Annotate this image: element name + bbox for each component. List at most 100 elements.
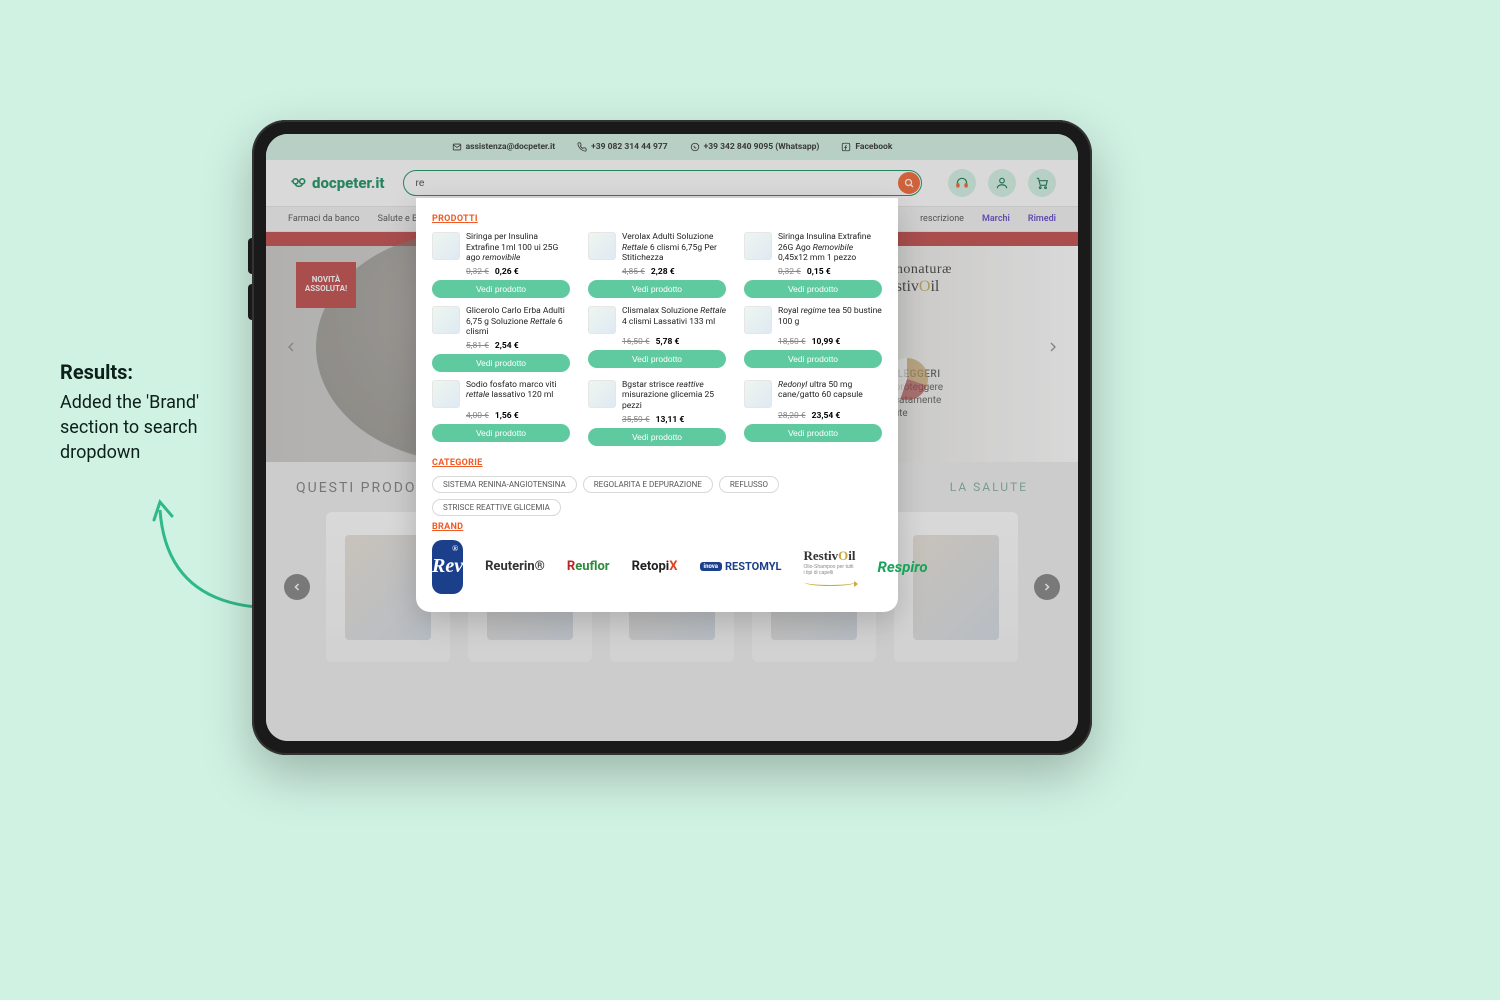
contact-facebook[interactable]: Facebook bbox=[841, 142, 892, 152]
phone-icon bbox=[577, 142, 587, 152]
brand-retopix[interactable]: RetopiX bbox=[632, 545, 678, 589]
view-product-button[interactable]: Vedi prodotto bbox=[588, 428, 726, 446]
dropdown-categories-heading: CATEGORIE bbox=[432, 458, 882, 468]
account-button[interactable] bbox=[988, 169, 1016, 197]
nav-item[interactable]: Farmaci da banco bbox=[288, 214, 360, 224]
chevron-right-icon bbox=[1041, 581, 1053, 593]
product-thumbnail bbox=[744, 306, 772, 334]
view-product-button[interactable]: Vedi prodotto bbox=[588, 280, 726, 298]
dropdown-products-grid: Siringa per Insulina Extrafine 1ml 100 u… bbox=[432, 232, 882, 446]
brand-restomyl[interactable]: inovaRESTOMYL bbox=[700, 545, 782, 589]
search-input[interactable] bbox=[403, 170, 922, 196]
user-icon bbox=[995, 176, 1009, 190]
brand-reuflor[interactable]: Reuflor bbox=[567, 545, 610, 589]
product-name[interactable]: Sodio fosfato marco viti rettale lassati… bbox=[466, 380, 570, 401]
header-icons bbox=[948, 169, 1056, 197]
product-price: 28,20 €23,54 € bbox=[744, 411, 882, 421]
dropdown-product-item: Bgstar strisce reattive misurazione glic… bbox=[588, 380, 726, 446]
brand-restivoil[interactable]: RestivOil Olio-Shampoo per tutti i tipi … bbox=[804, 545, 856, 589]
carousel-prev[interactable] bbox=[284, 574, 310, 600]
hero-badge: NOVITÀASSOLUTA! bbox=[296, 262, 356, 308]
carousel-prev[interactable] bbox=[278, 334, 304, 360]
product-thumbnail bbox=[432, 306, 460, 334]
view-product-button[interactable]: Vedi prodotto bbox=[432, 424, 570, 442]
support-button[interactable] bbox=[948, 169, 976, 197]
view-product-button[interactable]: Vedi prodotto bbox=[432, 354, 570, 372]
category-pill[interactable]: REGOLARITA E DEPURAZIONE bbox=[583, 476, 713, 493]
chevron-left-icon bbox=[283, 339, 299, 355]
annotation-body: Added the 'Brand' section to search drop… bbox=[60, 390, 220, 466]
view-product-button[interactable]: Vedi prodotto bbox=[744, 350, 882, 368]
dropdown-product-item: Clismalax Soluzione Rettale 4 clismi Las… bbox=[588, 306, 726, 372]
dropdown-products-heading: PRODOTTI bbox=[432, 214, 882, 224]
nav-item[interactable]: Rimedi bbox=[1028, 214, 1056, 224]
contact-email[interactable]: assistenza@docpeter.it bbox=[452, 142, 556, 152]
nav-item[interactable]: Marchi bbox=[982, 214, 1010, 224]
annotation-title: Results: bbox=[60, 360, 220, 384]
contact-email-text: assistenza@docpeter.it bbox=[466, 142, 556, 152]
view-product-button[interactable]: Vedi prodotto bbox=[588, 350, 726, 368]
product-name[interactable]: Royal regime tea 50 bustine 100 g bbox=[778, 306, 882, 327]
contact-phone-text: +39 082 314 44 977 bbox=[591, 142, 667, 152]
product-thumbnail bbox=[432, 232, 460, 260]
product-thumbnail bbox=[588, 232, 616, 260]
carousel-next[interactable] bbox=[1034, 574, 1060, 600]
category-pill[interactable]: STRISCE REATTIVE GLICEMIA bbox=[432, 499, 561, 516]
whatsapp-icon bbox=[690, 142, 700, 152]
product-name[interactable]: Redonyl ultra 50 mg cane/gatto 60 capsul… bbox=[778, 380, 882, 401]
site-logo[interactable]: docpeter.it bbox=[288, 173, 385, 193]
product-name[interactable]: Bgstar strisce reattive misurazione glic… bbox=[622, 380, 726, 412]
dropdown-product-item: Glicerolo Carlo Erba Adulti 6,75 g Soluz… bbox=[432, 306, 570, 372]
section-title: LA SALUTE bbox=[950, 480, 1028, 494]
product-thumbnail bbox=[744, 380, 772, 408]
contact-whatsapp[interactable]: +39 342 840 9095 (Whatsapp) bbox=[690, 142, 820, 152]
dropdown-brand-heading: BRAND bbox=[432, 522, 882, 532]
hero-right-text: tecnonaturæ RestivOil OLI LEGGERI per pr… bbox=[878, 262, 1048, 420]
product-price: 0,32 €0,15 € bbox=[744, 267, 882, 277]
view-product-button[interactable]: Vedi prodotto bbox=[744, 280, 882, 298]
brand-respiro[interactable]: Respiro bbox=[878, 545, 928, 589]
contact-bar: assistenza@docpeter.it +39 082 314 44 97… bbox=[266, 134, 1078, 160]
product-thumbnail bbox=[744, 232, 772, 260]
contact-phone[interactable]: +39 082 314 44 977 bbox=[577, 142, 667, 152]
tablet-screen: assistenza@docpeter.it +39 082 314 44 97… bbox=[266, 134, 1078, 741]
dropdown-brands-row: Rev Reuterin® Reuflor RetopiX inovaRESTO… bbox=[432, 540, 882, 594]
category-pill[interactable]: REFLUSSO bbox=[719, 476, 779, 493]
dropdown-product-item: Sodio fosfato marco viti rettale lassati… bbox=[432, 380, 570, 446]
logo-text: docpeter.it bbox=[312, 174, 385, 192]
search-button[interactable] bbox=[898, 172, 920, 194]
product-name[interactable]: Siringa Insulina Extrafine 26G Ago Remov… bbox=[778, 232, 882, 264]
view-product-button[interactable]: Vedi prodotto bbox=[432, 280, 570, 298]
chevron-left-icon bbox=[291, 581, 303, 593]
product-thumbnail bbox=[432, 380, 460, 408]
mail-icon bbox=[452, 142, 462, 152]
cart-icon bbox=[1035, 176, 1049, 190]
product-name[interactable]: Verolax Adulti Soluzione Rettale 6 clism… bbox=[622, 232, 726, 264]
search-wrapper bbox=[403, 170, 922, 196]
contact-facebook-text: Facebook bbox=[855, 142, 892, 152]
headset-icon bbox=[955, 176, 969, 190]
annotation-block: Results: Added the 'Brand' section to se… bbox=[60, 360, 220, 466]
facebook-icon bbox=[841, 142, 851, 152]
dropdown-product-item: Verolax Adulti Soluzione Rettale 6 clism… bbox=[588, 232, 726, 298]
nav-item[interactable]: rescrizione bbox=[920, 214, 964, 224]
product-thumbnail bbox=[588, 306, 616, 334]
category-pill[interactable]: SISTEMA RENINA-ANGIOTENSINA bbox=[432, 476, 577, 493]
product-name[interactable]: Glicerolo Carlo Erba Adulti 6,75 g Soluz… bbox=[466, 306, 570, 338]
product-price: 0,32 €0,26 € bbox=[432, 267, 570, 277]
cart-button[interactable] bbox=[1028, 169, 1056, 197]
product-thumbnail bbox=[588, 380, 616, 408]
logo-icon bbox=[288, 173, 308, 193]
product-name[interactable]: Siringa per Insulina Extrafine 1ml 100 u… bbox=[466, 232, 570, 264]
dropdown-product-item: Royal regime tea 50 bustine 100 g 18,50 … bbox=[744, 306, 882, 372]
dropdown-product-item: Redonyl ultra 50 mg cane/gatto 60 capsul… bbox=[744, 380, 882, 446]
product-price: 4,85 €2,28 € bbox=[588, 267, 726, 277]
product-price: 4,00 €1,56 € bbox=[432, 411, 570, 421]
product-price: 35,59 €13,11 € bbox=[588, 415, 726, 425]
brand-reuterin[interactable]: Reuterin® bbox=[485, 545, 545, 589]
brand-rev[interactable]: Rev bbox=[432, 540, 463, 594]
contact-whatsapp-text: +39 342 840 9095 (Whatsapp) bbox=[704, 142, 820, 152]
product-name[interactable]: Clismalax Soluzione Rettale 4 clismi Las… bbox=[622, 306, 726, 327]
view-product-button[interactable]: Vedi prodotto bbox=[744, 424, 882, 442]
dropdown-categories: SISTEMA RENINA-ANGIOTENSINA REGOLARITA E … bbox=[432, 476, 882, 516]
